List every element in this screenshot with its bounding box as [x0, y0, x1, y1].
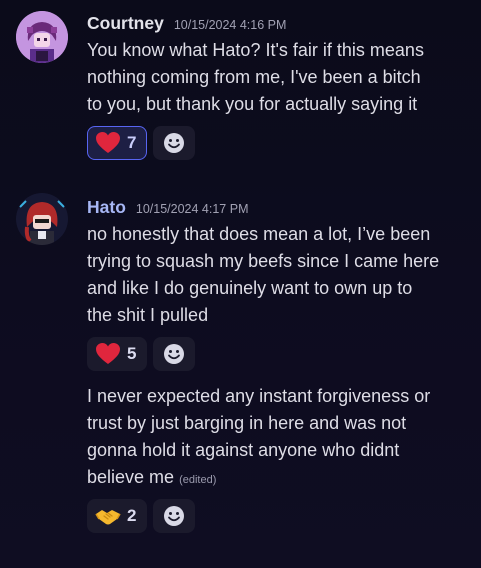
message-line: I never expected any instant forgiveness…: [87, 386, 431, 406]
add-reaction-button[interactable]: [153, 337, 196, 371]
message-line: no honestly that does mean a lot, I’ve b…: [87, 224, 431, 244]
reaction-count: 2: [127, 506, 137, 525]
message-text: You know what Hato? It's fair if this me…: [87, 37, 472, 118]
message-line: to you, but thank you for actually sayin…: [87, 94, 418, 114]
reaction-count: 7: [127, 133, 137, 152]
timestamp: 10/15/2024 4:16 PM: [173, 18, 287, 32]
red-heart-icon: [96, 132, 120, 153]
edited-label: (edited): [179, 474, 217, 486]
courtney-avatar-icon: [16, 11, 68, 63]
handshake-icon: [95, 510, 121, 525]
message-line-last: believe me (edited): [87, 464, 472, 494]
message-line: trust by just barging in here and was no…: [87, 413, 407, 433]
hato-avatar-icon: [16, 193, 68, 245]
add-reaction-button[interactable]: [153, 126, 196, 160]
timestamp: 10/15/2024 4:17 PM: [135, 202, 249, 216]
reaction-handshake[interactable]: 2: [87, 499, 148, 533]
reactions-bar: 5: [87, 337, 196, 371]
message-line: and like I do genuinely want to own up t…: [87, 278, 413, 298]
username[interactable]: Courtney: [87, 13, 164, 34]
followup-message-text: I never expected any instant forgiveness…: [87, 383, 472, 494]
username[interactable]: Hato: [87, 197, 126, 218]
reaction-count: 5: [127, 344, 137, 363]
avatar[interactable]: [16, 193, 68, 245]
reaction-heart[interactable]: 5: [87, 337, 148, 371]
smiley-icon: [164, 133, 185, 153]
reactions-bar: 7: [87, 126, 196, 160]
message-line: nothing coming from me, I've been a bitc…: [87, 67, 421, 87]
message-text: no honestly that does mean a lot, I’ve b…: [87, 221, 472, 329]
message-line: believe me: [87, 467, 175, 487]
message-line: trying to squash my beefs since I came h…: [87, 251, 440, 271]
add-reaction-button[interactable]: [153, 499, 196, 533]
message-line: the shit I pulled: [87, 305, 209, 325]
reactions-bar: 2: [87, 499, 196, 533]
smiley-icon: [164, 506, 185, 526]
avatar[interactable]: [16, 11, 68, 63]
message-line: gonna hold it against anyone who didnt: [87, 440, 400, 460]
red-heart-icon: [96, 343, 120, 364]
smiley-icon: [164, 344, 185, 364]
message-line: You know what Hato? It's fair if this me…: [87, 40, 424, 60]
reaction-heart[interactable]: 7: [87, 126, 148, 160]
